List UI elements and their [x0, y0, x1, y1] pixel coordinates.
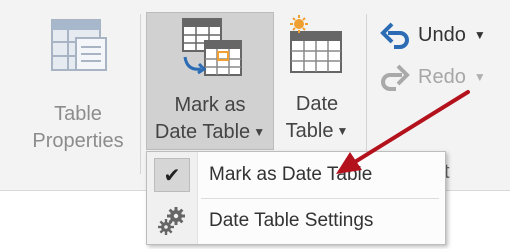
mark-as-date-table-button[interactable]: Mark as Date Table ▼: [146, 12, 274, 150]
table-properties-label-line1: Table: [54, 103, 102, 125]
date-table-label-text: Table: [285, 120, 334, 142]
table-properties-icon: [51, 19, 107, 71]
redo-label: Redo: [418, 65, 466, 88]
table-properties-button[interactable]: Table Properties: [22, 12, 134, 172]
menu-item-label: Date Table Settings: [209, 210, 374, 231]
menu-separator: [201, 198, 439, 199]
date-table-icon: [290, 15, 342, 73]
chevron-down-icon: ▼: [473, 28, 486, 42]
chevron-down-icon: ▼: [336, 124, 349, 139]
menu-item-date-table-settings[interactable]: Date Table Settings: [147, 200, 445, 242]
undo-icon: [380, 22, 409, 49]
mark-as-date-table-icon: [182, 18, 242, 76]
chevron-down-icon: ▼: [253, 125, 266, 140]
menu-item-mark-as-date-table[interactable]: ✔ Mark as Date Table: [147, 154, 445, 196]
mark-as-date-table-label-line2: Date Table ▼: [147, 119, 273, 146]
mark-as-date-table-label-text: Date Table: [154, 121, 251, 143]
date-table-label-line2: Table ▼: [277, 118, 357, 145]
date-table-label-line1: Date: [295, 93, 339, 115]
mark-as-date-table-label-line1: Mark as: [174, 94, 246, 116]
group-separator: [366, 14, 367, 174]
gears-icon: [158, 207, 185, 235]
chevron-down-icon: ▼: [473, 70, 486, 84]
undo-label: Undo: [418, 23, 466, 46]
table-properties-label-line2: Properties: [32, 130, 124, 152]
menu-item-label: Mark as Date Table: [209, 164, 373, 185]
date-table-button[interactable]: Date Table ▼: [277, 12, 357, 150]
checkmark-icon: ✔: [154, 158, 190, 192]
redo-icon: [381, 64, 410, 91]
date-table-dropdown-menu: ✔ Mark as Date Table Date Table Settings: [146, 151, 446, 245]
group-separator: [140, 14, 141, 174]
redo-button[interactable]: Redo ▼: [380, 60, 486, 94]
undo-button[interactable]: Undo ▼: [380, 18, 486, 52]
